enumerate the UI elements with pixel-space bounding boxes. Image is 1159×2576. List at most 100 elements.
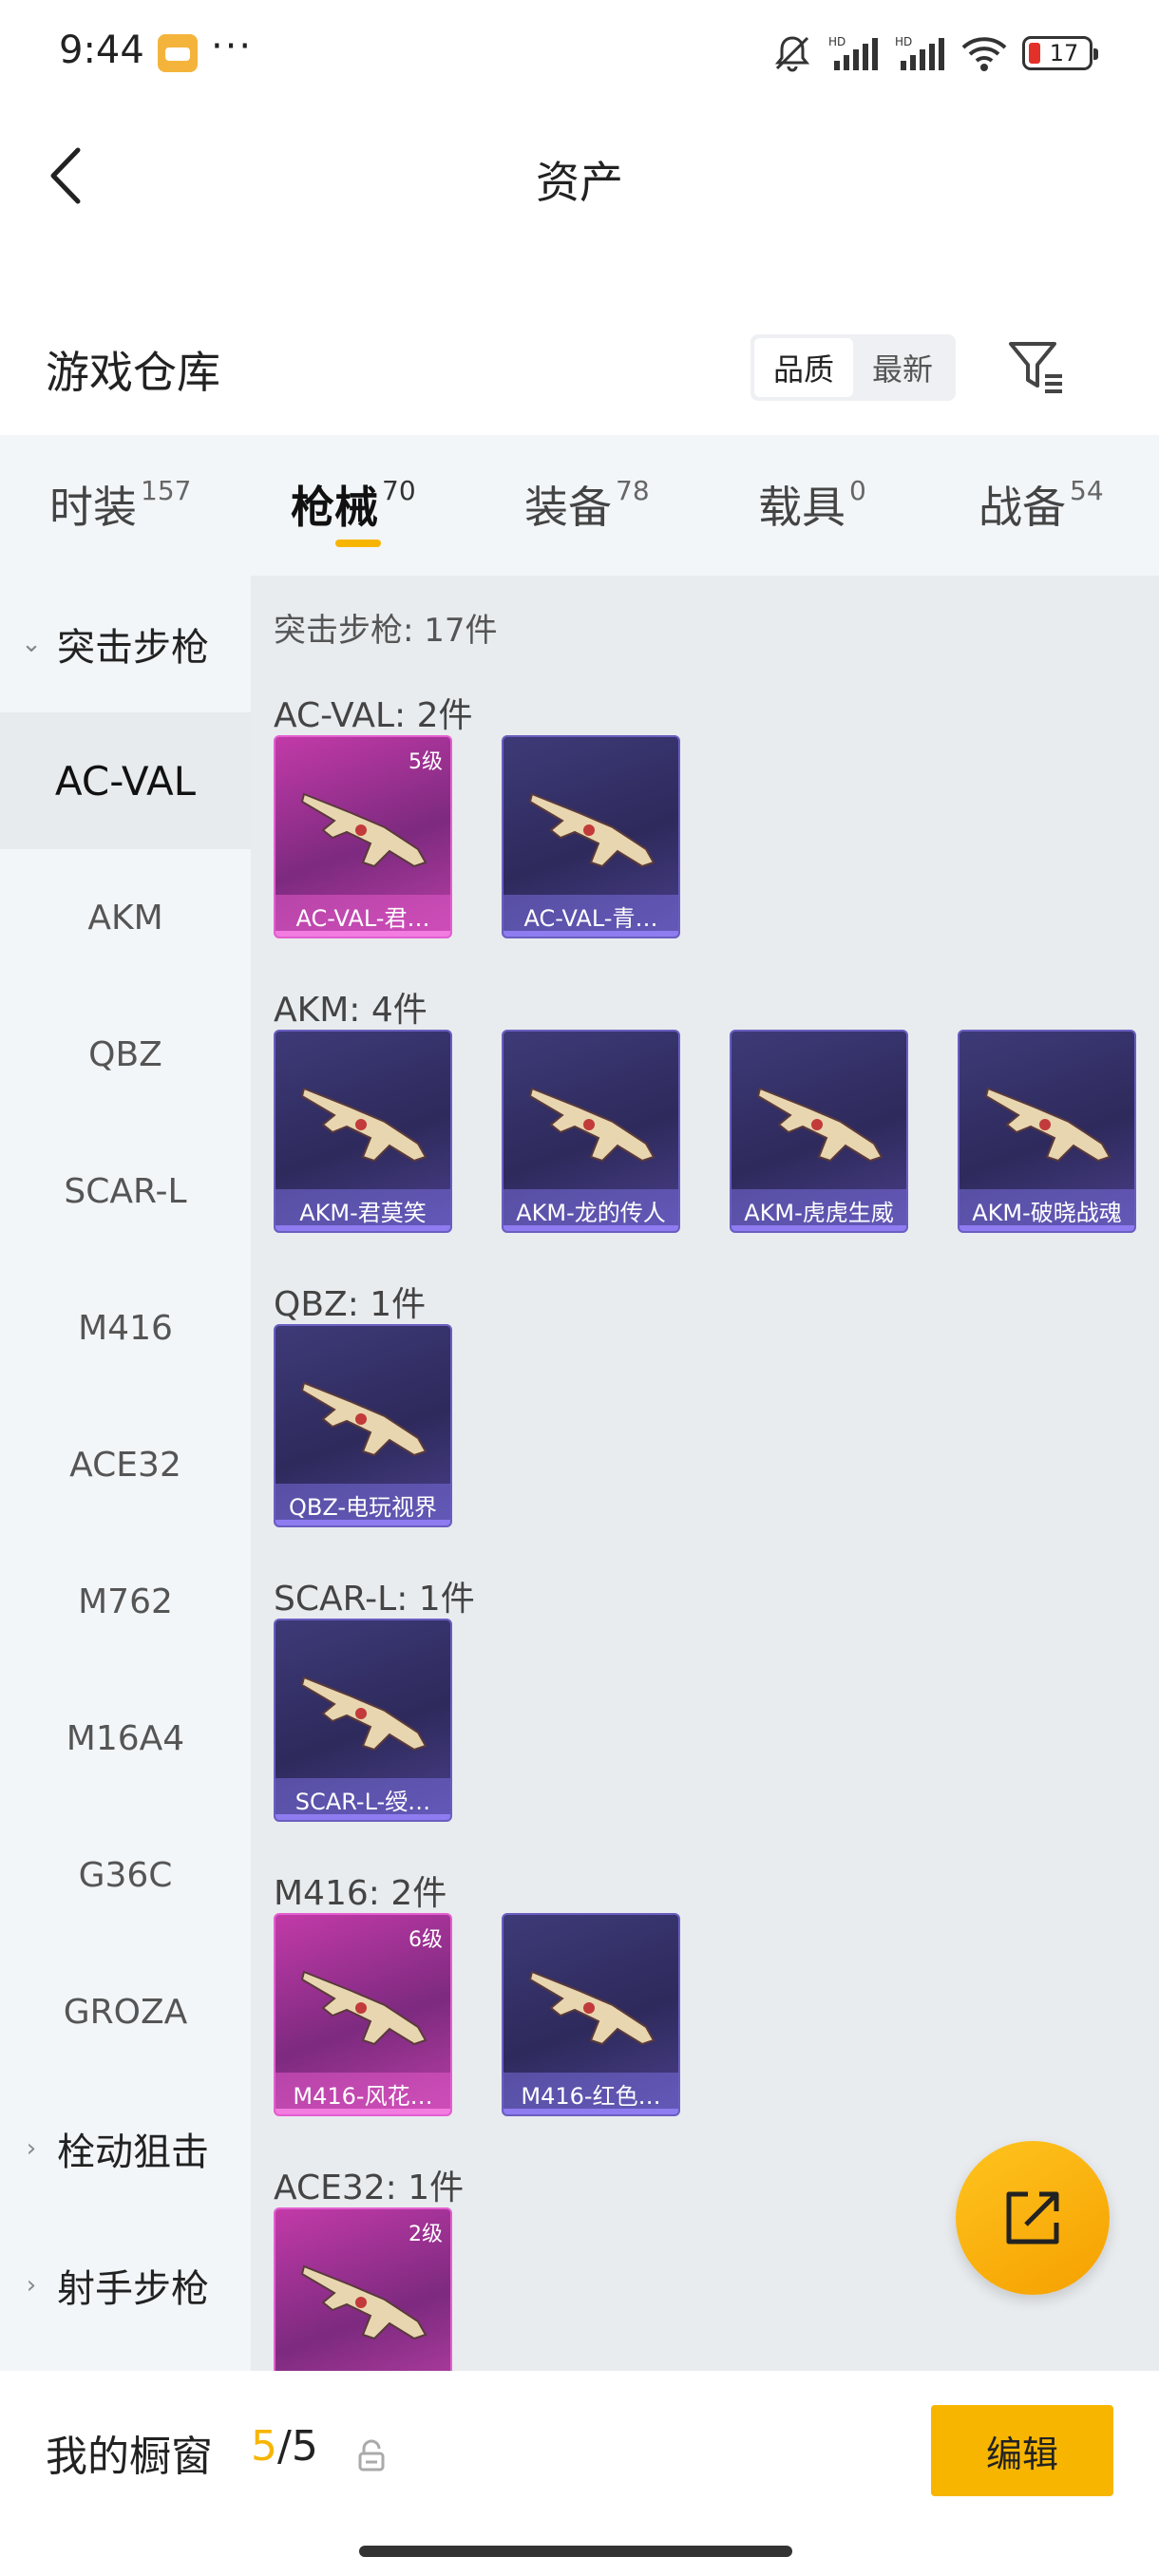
sidebar-item-scar-l[interactable]: SCAR-L xyxy=(0,1123,251,1260)
sidebar-group-assault-rifle[interactable]: ⌄ 突击步枪 xyxy=(0,576,251,712)
chevron-right-icon: › xyxy=(26,2271,37,2300)
showcase-current: 5 xyxy=(251,2422,277,2471)
item-level: 2级 xyxy=(408,2223,443,2246)
tab-equipment[interactable]: 装备 78 xyxy=(524,473,650,536)
active-tab-indicator xyxy=(335,540,381,547)
status-bar: 9:44 ··· HD HD 17 xyxy=(0,0,1159,104)
sidebar-item-qbz[interactable]: QBZ xyxy=(0,986,251,1123)
group-label: ACE32: 1件 xyxy=(274,2169,465,2207)
category-summary: 突击步枪: 17件 xyxy=(274,612,498,650)
sidebar-item-ace32[interactable]: ACE32 xyxy=(0,1396,251,1533)
gun-image-icon xyxy=(300,1087,428,1163)
rarity-bar xyxy=(732,1225,906,1231)
sidebar-item-g36c[interactable]: G36C xyxy=(0,1807,251,1943)
chevron-right-icon: › xyxy=(26,2134,37,2163)
sort-quality-button[interactable]: 品质 xyxy=(754,338,853,397)
app-notification-icon xyxy=(158,34,198,72)
tab-label: 战备 xyxy=(978,482,1066,533)
item-card[interactable]: M416-红色… xyxy=(502,1913,680,2116)
rarity-bar xyxy=(504,931,678,937)
tab-label: 时装 xyxy=(49,482,137,533)
bottom-bar: 我的橱窗 5/5 编辑 xyxy=(0,2371,1159,2576)
rarity-bar xyxy=(276,1225,450,1231)
group-label: AKM: 4件 xyxy=(274,991,428,1030)
item-level: 5级 xyxy=(408,750,443,774)
rarity-bar xyxy=(276,1814,450,1820)
rarity-bar xyxy=(276,1520,450,1525)
sidebar-group-label: 栓动狙击 xyxy=(57,2131,209,2174)
rarity-bar xyxy=(504,2109,678,2114)
tab-count: 0 xyxy=(849,475,866,506)
wifi-icon xyxy=(961,34,1007,72)
section-title: 游戏仓库 xyxy=(46,347,220,398)
gun-image-icon xyxy=(300,1676,428,1752)
item-card[interactable]: AKM-破晓战魂 xyxy=(958,1030,1136,1233)
item-level: 6级 xyxy=(408,1928,443,1952)
tab-count: 157 xyxy=(141,475,192,506)
battery-level: 17 xyxy=(1049,40,1079,66)
group-label: M416: 2件 xyxy=(274,1874,447,1913)
sidebar-item-groza[interactable]: GROZA xyxy=(0,1943,251,2080)
group-label: QBZ: 1件 xyxy=(274,1285,427,1324)
home-indicator[interactable] xyxy=(359,2546,792,2557)
tab-label: 枪械 xyxy=(291,482,378,533)
external-link-icon xyxy=(1006,2191,1059,2245)
gun-image-icon xyxy=(528,1087,656,1163)
status-time: 9:44 xyxy=(59,28,144,72)
group-label: SCAR-L: 1件 xyxy=(274,1580,475,1619)
item-card[interactable]: 6级 M416-风花… xyxy=(274,1913,452,2116)
mute-bell-icon xyxy=(771,32,813,74)
item-card[interactable]: AC-VAL-青… xyxy=(502,735,680,938)
edit-button[interactable]: 编辑 xyxy=(931,2405,1113,2496)
item-grid: 突击步枪: 17件 AC-VAL: 2件 5级 AC-VAL-君… AC-VAL-青…… xyxy=(251,576,1159,2371)
tab-supplies[interactable]: 战备 54 xyxy=(978,473,1104,536)
share-button[interactable] xyxy=(956,2141,1110,2295)
status-icons: HD HD 17 xyxy=(771,32,1098,74)
tab-firearms[interactable]: 枪械 70 xyxy=(291,473,416,536)
sidebar: ⌄ 突击步枪 AC-VAL AKM QBZ SCAR-L M416 ACE32 M… xyxy=(0,576,251,2371)
group-label: AC-VAL: 2件 xyxy=(274,696,473,735)
sidebar-item-akm[interactable]: AKM xyxy=(0,849,251,986)
svg-text:HD: HD xyxy=(895,35,912,48)
rarity-bar xyxy=(960,1225,1134,1231)
sidebar-group-label: 射手步枪 xyxy=(57,2267,209,2311)
tab-count: 78 xyxy=(616,475,650,506)
item-card[interactable]: AKM-君莫笑 xyxy=(274,1030,452,1233)
more-notifications-icon: ··· xyxy=(211,25,254,68)
tab-label: 载具 xyxy=(758,482,846,533)
item-card[interactable]: 5级 AC-VAL-君… xyxy=(274,735,452,938)
page-title: 资产 xyxy=(536,157,623,208)
signal-icon-2: HD xyxy=(895,34,946,72)
chevron-down-icon: ⌄ xyxy=(21,630,42,658)
sort-newest-button[interactable]: 最新 xyxy=(853,338,952,397)
showcase-count: 5/5 xyxy=(251,2422,318,2471)
showcase-separator: / xyxy=(277,2422,292,2471)
gun-image-icon xyxy=(300,1970,428,2046)
lock-icon xyxy=(357,2439,386,2472)
sidebar-group-bolt-sniper[interactable]: › 栓动狙击 xyxy=(0,2080,251,2217)
sidebar-item-m762[interactable]: M762 xyxy=(0,1533,251,1670)
item-card[interactable]: SCAR-L-绶… xyxy=(274,1619,452,1822)
gun-image-icon xyxy=(300,792,428,868)
tab-label: 装备 xyxy=(524,482,612,533)
gun-image-icon xyxy=(300,1381,428,1457)
sidebar-group-label: 突击步枪 xyxy=(57,626,209,670)
showcase-total: 5 xyxy=(291,2422,318,2471)
gun-image-icon xyxy=(300,2264,428,2340)
signal-icon-1: HD xyxy=(828,34,880,72)
sidebar-item-m416[interactable]: M416 xyxy=(0,1260,251,1396)
tab-vehicles[interactable]: 载具 0 xyxy=(758,473,866,536)
category-tabs: 时装 157 枪械 70 装备 78 载具 0 战备 54 xyxy=(0,435,1159,576)
svg-text:HD: HD xyxy=(828,35,846,48)
item-card[interactable]: 2级 xyxy=(274,2207,452,2371)
item-card[interactable]: QBZ-电玩视界 xyxy=(274,1324,452,1527)
gun-image-icon xyxy=(756,1087,884,1163)
sidebar-group-marksman[interactable]: › 射手步枪 xyxy=(0,2217,251,2354)
tab-fashion[interactable]: 时装 157 xyxy=(49,473,191,536)
sidebar-item-ac-val[interactable]: AC-VAL xyxy=(0,712,251,849)
sort-toggle: 品质 最新 xyxy=(750,334,956,401)
item-card[interactable]: AKM-龙的传人 xyxy=(502,1030,680,1233)
item-card[interactable]: AKM-虎虎生威 xyxy=(730,1030,908,1233)
filter-button[interactable] xyxy=(1007,338,1068,395)
sidebar-item-m16a4[interactable]: M16A4 xyxy=(0,1670,251,1807)
